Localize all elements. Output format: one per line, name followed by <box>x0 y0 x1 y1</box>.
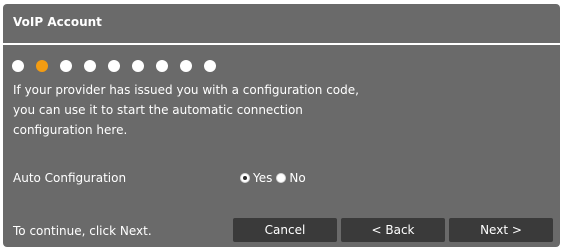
continue-hint: To continue, click Next. <box>13 224 152 238</box>
wizard-step-dot-7 <box>156 60 168 72</box>
auto-config-yes-radio[interactable] <box>240 173 250 183</box>
auto-config-no-label: No <box>289 171 306 185</box>
auto-configuration-label: Auto Configuration <box>13 171 127 185</box>
intro-line-3: configuration here. <box>13 123 128 137</box>
back-button[interactable]: < Back <box>341 218 445 242</box>
auto-config-no-radio[interactable] <box>276 173 287 183</box>
wizard-progress <box>12 60 216 72</box>
cancel-button[interactable]: Cancel <box>233 218 337 242</box>
wizard-step-dot-8 <box>180 60 192 72</box>
auto-config-yes-label: Yes <box>253 171 273 185</box>
wizard-step-dot-6 <box>132 60 144 72</box>
wizard-step-dot-1 <box>12 60 24 72</box>
wizard-step-dot-2-current <box>36 60 48 72</box>
intro-line-1: If your provider has issued you with a c… <box>13 83 359 97</box>
auto-config-no-option[interactable]: No <box>276 170 306 186</box>
wizard-step-dot-3 <box>60 60 72 72</box>
intro-line-2: you can use it to start the automatic co… <box>13 103 303 117</box>
wizard-step-dot-4 <box>84 60 96 72</box>
wizard-step-dot-5 <box>108 60 120 72</box>
next-button[interactable]: Next > <box>449 218 553 242</box>
title-separator <box>3 43 560 45</box>
panel-title: VoIP Account <box>13 15 102 29</box>
auto-config-yes-option[interactable]: Yes <box>240 170 272 186</box>
voip-account-panel: VoIP Account If your provider has issued… <box>3 4 560 247</box>
wizard-step-dot-9 <box>204 60 216 72</box>
intro-text: If your provider has issued you with a c… <box>13 80 413 140</box>
auto-configuration-radio-group: Yes No <box>240 170 310 186</box>
